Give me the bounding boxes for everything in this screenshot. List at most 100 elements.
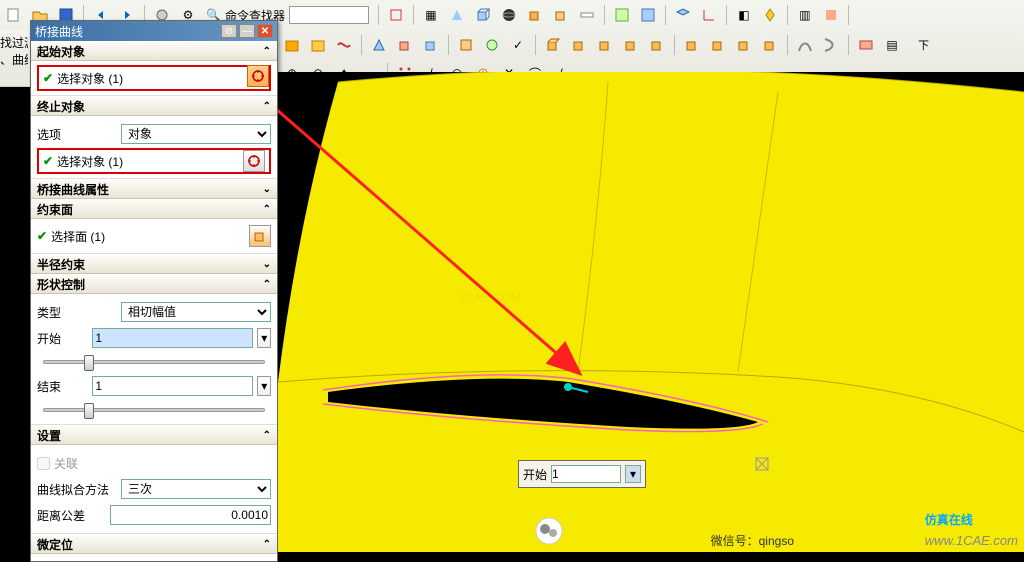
check-icon: ✔ (37, 229, 47, 243)
chevron-up-icon: ⌃ (263, 101, 271, 112)
tol-input[interactable] (110, 505, 271, 525)
float-dropdown-icon[interactable]: ▾ (625, 465, 641, 483)
section-settings[interactable]: 设置 ⌃ (31, 425, 277, 445)
tb2-last-icon[interactable]: ▤ (880, 33, 904, 57)
tb2-7-icon[interactable] (454, 33, 478, 57)
feat2-icon[interactable] (636, 3, 660, 27)
float-value-input[interactable] (551, 465, 621, 483)
minimize-icon[interactable]: — (239, 24, 255, 38)
section-shape[interactable]: 形状控制 ⌃ (31, 274, 277, 294)
end-target-button[interactable] (243, 150, 265, 172)
extra3-icon[interactable]: ▥ (793, 3, 817, 27)
shape-end-label: 结束 (37, 378, 88, 395)
tb2-14-icon[interactable] (645, 33, 669, 57)
sheet-icon[interactable] (575, 3, 599, 27)
left-edge-labels: 找过滤 、曲线 (0, 30, 28, 70)
section-radius[interactable]: 半径约束 ⌄ (31, 254, 277, 274)
bridge-curve-dialog: 桥接曲线 ⊘ — ✕ 起始对象 ⌃ ✔ 选择对象 (1) 终止对象 ⌃ (30, 20, 278, 562)
tb2-3-icon[interactable] (332, 33, 356, 57)
shape-end-stepper[interactable]: ▾ (257, 376, 271, 396)
tb2-curve1-icon[interactable] (793, 33, 817, 57)
rate-row: 速率: 25% (37, 560, 271, 561)
shape-start-stepper[interactable]: ▾ (257, 328, 271, 348)
tb2-1-icon[interactable] (280, 33, 304, 57)
section-end-object[interactable]: 终止对象 ⌃ (31, 96, 277, 116)
tb2-16-icon[interactable] (706, 33, 730, 57)
chevron-up-icon: ⌃ (263, 46, 271, 57)
start-target-button[interactable] (247, 65, 269, 87)
shape-end-input[interactable] (92, 376, 253, 396)
start-select-row[interactable]: ✔ 选择对象 (1) (37, 65, 271, 91)
left-edge-2: 、曲线 (0, 51, 28, 68)
section-micro[interactable]: 微定位 ⌃ (31, 534, 277, 554)
pin-icon[interactable]: ⊘ (221, 24, 237, 38)
3d-viewport[interactable]: 1CAE.COM 开始 ▾ 微信号：qingso 仿真在线 www.1CAE.c… (278, 72, 1024, 552)
tb2-6-icon[interactable] (419, 33, 443, 57)
tol-label: 距离公差 (37, 507, 106, 524)
select-mode-icon[interactable] (384, 3, 408, 27)
tool-new-icon[interactable] (2, 3, 26, 27)
radius-header: 半径约束 (37, 256, 85, 273)
wechat-text: 微信号：qingso (711, 522, 794, 552)
face-select-row[interactable]: ✔ 选择面 (1) (37, 223, 271, 249)
layer-icon[interactable] (671, 3, 695, 27)
section-constraint-face[interactable]: 约束面 ⌃ (31, 199, 277, 219)
end-option-row: 选项 对象 (37, 122, 271, 146)
assoc-label: 关联 (54, 455, 134, 472)
section-start-object[interactable]: 起始对象 ⌃ (31, 41, 277, 61)
tb2-10-icon[interactable] (541, 33, 565, 57)
dialog-body: 起始对象 ⌃ ✔ 选择对象 (1) 终止对象 ⌃ 选项 对象 ✔ (31, 41, 277, 561)
feat1-icon[interactable] (610, 3, 634, 27)
wechat-icon (534, 516, 564, 546)
tb2-blend-icon[interactable] (854, 33, 878, 57)
shape-end-slider[interactable] (37, 400, 271, 420)
tb2-4-icon[interactable] (367, 33, 391, 57)
tol-row: 距离公差 (37, 503, 271, 527)
section-bridge-props[interactable]: 桥接曲线属性 ⌄ (31, 179, 277, 199)
shape-type-select[interactable]: 相切幅值 (121, 302, 271, 322)
tb2-tail-text: 下 (918, 37, 929, 53)
shape-start-input[interactable] (92, 328, 253, 348)
shape-start-slider[interactable] (37, 352, 271, 372)
end-option-select[interactable]: 对象 (121, 124, 271, 144)
tb2-18-icon[interactable] (758, 33, 782, 57)
end-option-label: 选项 (37, 126, 117, 143)
end-select-label: 选择对象 (1) (57, 153, 239, 170)
viewport-start-value-box: 开始 ▾ (518, 460, 646, 488)
tb2-12-icon[interactable] (593, 33, 617, 57)
cmd-finder-input[interactable] (289, 6, 369, 24)
face-target-button[interactable] (249, 225, 271, 247)
settings-header: 设置 (37, 427, 61, 444)
wireframe-icon[interactable]: ▦ (419, 3, 443, 27)
bridge-props-header: 桥接曲线属性 (37, 181, 109, 198)
end-select-row[interactable]: ✔ 选择对象 (1) (37, 148, 271, 174)
extra2-icon[interactable] (758, 3, 782, 27)
shape-start-label: 开始 (37, 330, 88, 347)
tb2-curve2-icon[interactable] (819, 33, 843, 57)
fit-select[interactable]: 三次 (121, 479, 271, 499)
cube-icon[interactable] (471, 3, 495, 27)
fit-label: 曲线拟合方法 (37, 481, 117, 498)
shape-header: 形状控制 (37, 276, 85, 293)
dialog-titlebar[interactable]: 桥接曲线 ⊘ — ✕ (31, 21, 277, 41)
sphere-icon[interactable] (497, 3, 521, 27)
extra1-icon[interactable]: ◧ (732, 3, 756, 27)
shaded-icon[interactable] (445, 3, 469, 27)
tb2-15-icon[interactable] (680, 33, 704, 57)
constraint-face-header: 约束面 (37, 201, 73, 218)
tb2-5-icon[interactable] (393, 33, 417, 57)
tb2-2-icon[interactable] (306, 33, 330, 57)
tb2-9-icon[interactable]: ✓ (506, 33, 530, 57)
axis-icon[interactable] (697, 3, 721, 27)
extra4-icon[interactable] (819, 3, 843, 27)
tb2-13-icon[interactable] (619, 33, 643, 57)
tb2-8-icon[interactable] (480, 33, 504, 57)
tb2-11-icon[interactable] (567, 33, 591, 57)
tb2-17-icon[interactable] (732, 33, 756, 57)
box-a-icon[interactable] (523, 3, 547, 27)
shape-type-row: 类型 相切幅值 (37, 300, 271, 324)
chevron-up-icon: ⌃ (263, 539, 271, 550)
assoc-row: 关联 (37, 451, 271, 475)
close-icon[interactable]: ✕ (257, 24, 273, 38)
box-b-icon[interactable] (549, 3, 573, 27)
